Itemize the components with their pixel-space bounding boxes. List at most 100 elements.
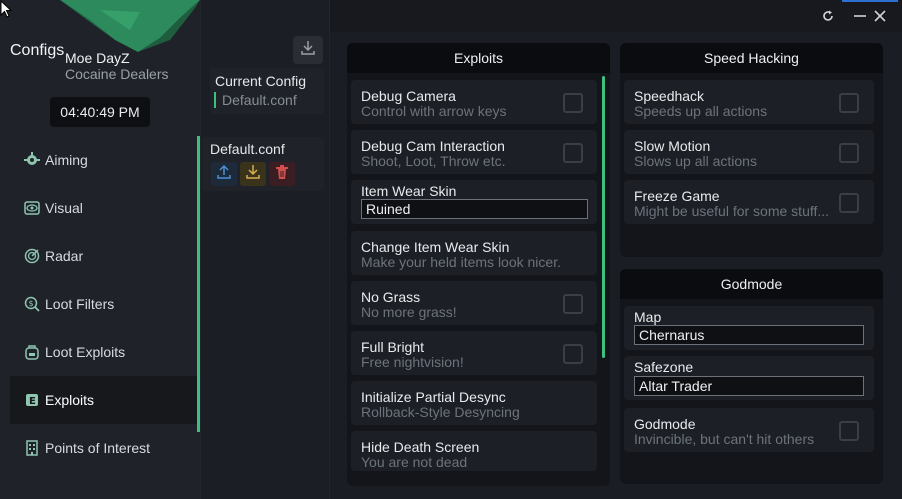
close-icon[interactable]: [872, 8, 888, 24]
radar-icon: [24, 248, 40, 264]
title-bar: [330, 0, 902, 32]
sidebar-item-label: Radar: [45, 248, 84, 264]
download-icon: [245, 164, 261, 185]
sidebar-nav: Aiming Visual Radar $ Loot Filters Loot …: [10, 136, 200, 472]
refresh-icon[interactable]: [820, 8, 836, 24]
crosshair-target-icon: [24, 152, 40, 168]
row-subtitle: Invincible, but can't hit others: [634, 431, 815, 447]
upload-icon: [216, 164, 232, 185]
row-title: No Grass: [361, 289, 421, 305]
debug-camera-checkbox[interactable]: [563, 93, 583, 113]
sidebar-item-exploits[interactable]: E Exploits: [10, 376, 200, 424]
title-bar-accent: [842, 0, 898, 2]
row-title: Initialize Partial Desync: [361, 389, 506, 405]
building-icon: [24, 440, 40, 456]
godmode-panel-title: Godmode: [620, 269, 883, 299]
sidebar-item-label: Aiming: [45, 152, 88, 168]
godmode-checkbox[interactable]: [839, 421, 859, 441]
row-subtitle: Speeds up all actions: [634, 103, 768, 119]
mouse-cursor-icon: [0, 0, 13, 23]
user-name: Moe DayZ: [65, 50, 130, 66]
sidebar-item-loot-filters[interactable]: $ Loot Filters: [10, 280, 200, 328]
speed-row-slow-motion: Slow Motion Slows up all actions: [624, 130, 874, 174]
eye-icon: [24, 200, 40, 216]
speed-row-speedhack: Speedhack Speeds up all actions: [624, 80, 874, 124]
row-subtitle: Free nightvision!: [361, 354, 464, 370]
speedhack-checkbox[interactable]: [839, 93, 859, 113]
import-config-button[interactable]: [293, 36, 323, 64]
sidebar-item-visual[interactable]: Visual: [10, 184, 200, 232]
exploit-row-debug-cam-interaction: Debug Cam Interaction Shoot, Loot, Throw…: [351, 130, 597, 174]
current-config-label: Current Config: [215, 73, 307, 89]
row-subtitle: Make your held items look nicer.: [361, 254, 561, 270]
user-subtitle: Cocaine Dealers: [65, 66, 169, 82]
exploit-row-no-grass: No Grass No more grass!: [351, 281, 597, 325]
debug-cam-interaction-checkbox[interactable]: [563, 143, 583, 163]
configs-title: Configs: [10, 42, 65, 59]
row-title: Change Item Wear Skin: [361, 239, 510, 255]
item-wear-skin-input[interactable]: Ruined: [361, 199, 588, 219]
money-filter-icon: $: [24, 296, 40, 312]
exploits-scrollbar[interactable]: [602, 76, 605, 358]
load-config-button[interactable]: [240, 162, 266, 186]
no-grass-checkbox[interactable]: [563, 294, 583, 314]
row-title: Item Wear Skin: [361, 183, 457, 199]
row-title: Speedhack: [634, 88, 705, 104]
speed-hacking-panel-title: Speed Hacking: [620, 43, 883, 73]
row-subtitle: Slows up all actions: [634, 153, 757, 169]
map-input[interactable]: Chernarus: [634, 325, 864, 345]
trash-icon: [274, 164, 290, 185]
row-title: Debug Cam Interaction: [361, 138, 505, 154]
svg-text:$: $: [29, 299, 34, 308]
godmode-row-map: Map Chernarus: [624, 306, 874, 350]
row-subtitle: Control with arrow keys: [361, 103, 507, 119]
row-title: Hide Death Screen: [361, 439, 480, 455]
sidebar-item-points-of-interest[interactable]: Points of Interest: [10, 424, 200, 472]
sidebar-item-label: Points of Interest: [45, 440, 151, 456]
upload-config-button[interactable]: [211, 162, 237, 186]
freeze-game-checkbox[interactable]: [839, 193, 859, 213]
backpack-icon: [24, 344, 40, 360]
row-subtitle: No more grass!: [361, 304, 457, 320]
row-title: Debug Camera: [361, 88, 456, 104]
exploit-row-change-item-wear-skin[interactable]: Change Item Wear Skin Make your held ite…: [351, 231, 597, 275]
sidebar-item-loot-exploits[interactable]: Loot Exploits: [10, 328, 200, 376]
sidebar-item-label: Exploits: [45, 392, 95, 408]
row-title: Map: [634, 309, 662, 325]
godmode-row-safezone: Safezone Altar Trader: [624, 356, 874, 400]
sidebar-item-aiming[interactable]: Aiming: [10, 136, 200, 184]
svg-text:E: E: [29, 396, 36, 407]
row-subtitle: Might be useful for some stuff...: [634, 203, 830, 219]
exploits-panel-title: Exploits: [347, 43, 610, 73]
sidebar-item-label: Loot Filters: [45, 296, 115, 312]
sidebar-item-radar[interactable]: Radar: [10, 232, 200, 280]
row-title: Freeze Game: [634, 188, 720, 204]
full-bright-checkbox[interactable]: [563, 344, 583, 364]
exploit-row-item-wear-skin: Item Wear Skin Ruined: [351, 180, 597, 224]
row-subtitle: You are not dead: [361, 454, 468, 470]
sidebar-item-label: Visual: [45, 200, 83, 216]
exploit-badge-icon: E: [24, 392, 40, 408]
exploit-row-full-bright: Full Bright Free nightvision!: [351, 331, 597, 375]
row-title: Godmode: [634, 416, 696, 432]
row-subtitle: Shoot, Loot, Throw etc.: [361, 153, 506, 169]
safezone-input[interactable]: Altar Trader: [634, 376, 864, 396]
delete-config-button[interactable]: [269, 162, 295, 186]
minimize-icon[interactable]: [852, 8, 868, 24]
row-subtitle: Rollback-Style Desyncing: [361, 404, 520, 420]
exploit-row-debug-camera: Debug Camera Control with arrow keys: [351, 80, 597, 124]
config-file-name: Default.conf: [210, 141, 285, 157]
slow-motion-checkbox[interactable]: [839, 143, 859, 163]
exploit-row-initialize-partial-desync[interactable]: Initialize Partial Desync Rollback-Style…: [351, 381, 597, 425]
row-title: Slow Motion: [634, 138, 711, 154]
sidebar-item-label: Loot Exploits: [45, 344, 126, 360]
download-icon: [300, 40, 316, 61]
config-accent-bar: [197, 136, 200, 432]
row-title: Full Bright: [361, 339, 425, 355]
speed-row-freeze-game: Freeze Game Might be useful for some stu…: [624, 180, 874, 224]
exploit-row-hide-death-screen[interactable]: Hide Death Screen You are not dead: [351, 431, 597, 471]
row-title: Safezone: [634, 359, 694, 375]
clock: 04:40:49 PM: [50, 97, 150, 127]
current-config-value: Default.conf: [214, 92, 297, 108]
godmode-row-godmode: Godmode Invincible, but can't hit others: [624, 408, 874, 452]
